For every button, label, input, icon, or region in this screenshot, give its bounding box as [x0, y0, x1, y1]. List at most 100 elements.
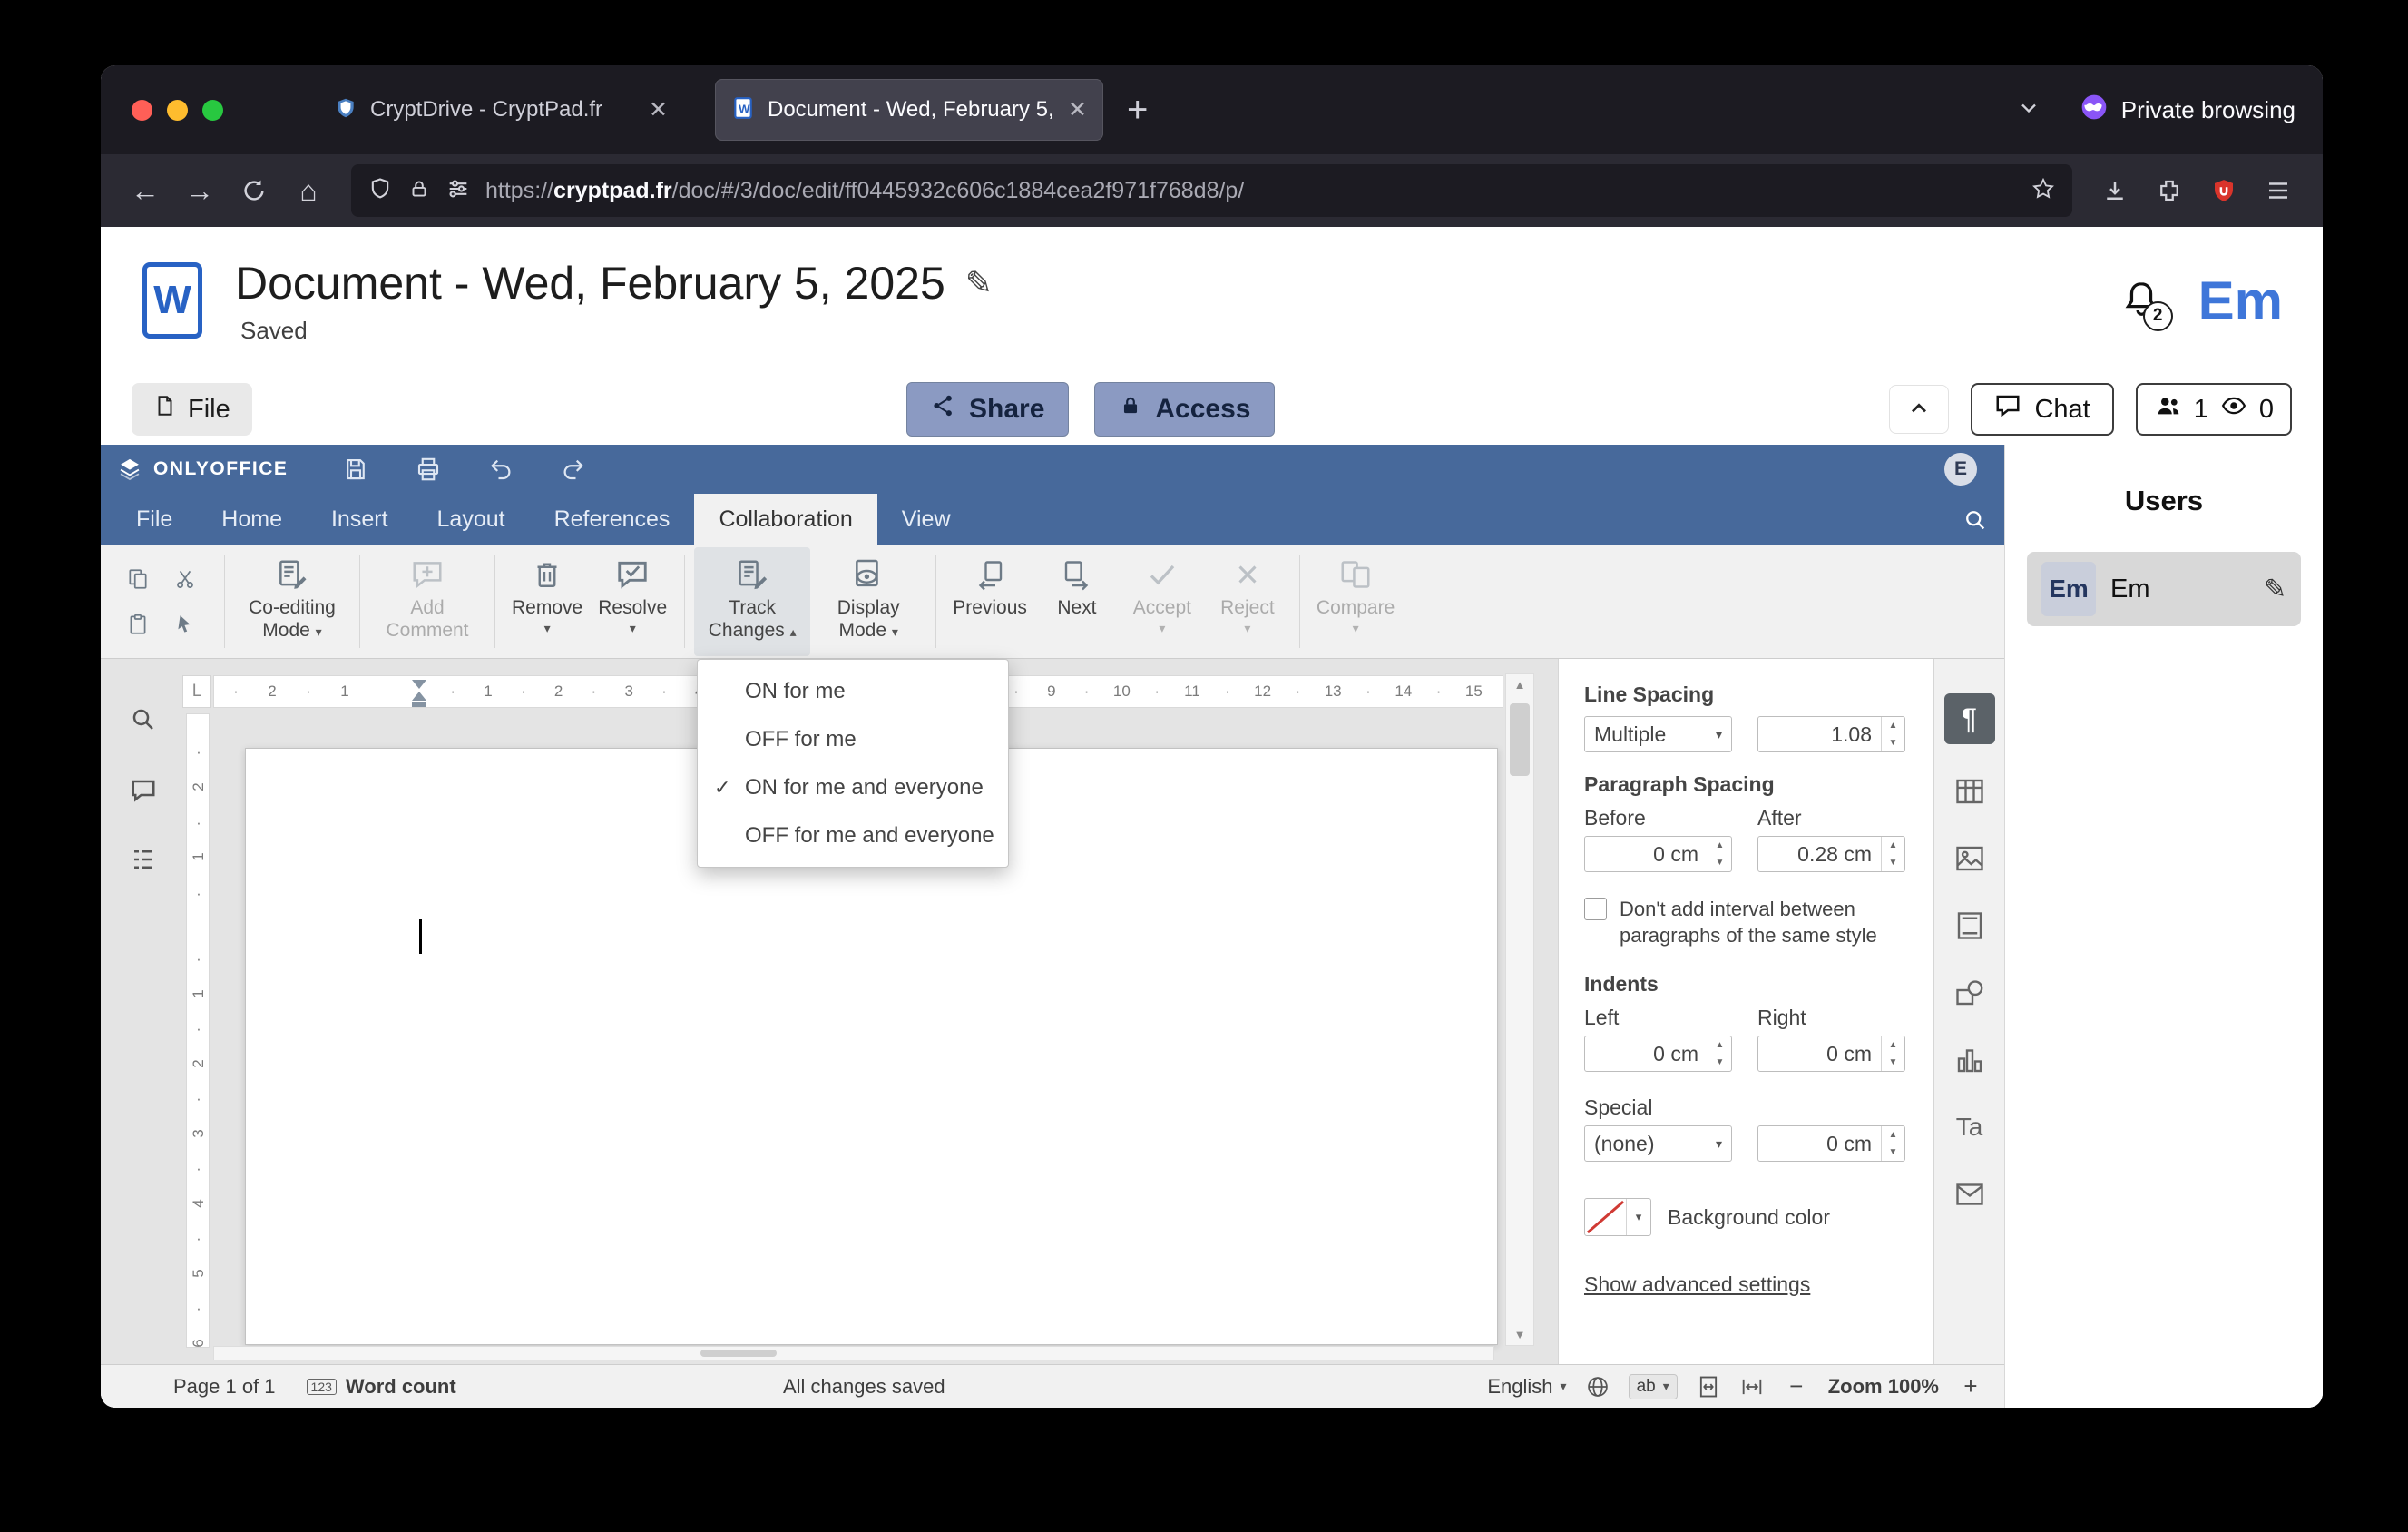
horizontal-scrollbar[interactable]	[213, 1346, 1494, 1360]
address-bar[interactable]: https://cryptpad.fr/doc/#/3/doc/edit/ff0…	[351, 164, 2072, 217]
navigation-headings-icon[interactable]	[122, 839, 164, 880]
url-text[interactable]: https://cryptpad.fr/doc/#/3/doc/edit/ff0…	[485, 178, 2016, 204]
spin-up-icon[interactable]: ▲	[1882, 1036, 1904, 1054]
spin-down-icon[interactable]: ▼	[1882, 1144, 1904, 1161]
fit-page-button[interactable]	[1696, 1374, 1721, 1399]
paragraph-settings-icon[interactable]: ¶	[1943, 693, 1995, 744]
track-menu-item[interactable]: OFF for me	[698, 715, 1008, 763]
presence-indicator[interactable]: 1 0	[2135, 383, 2292, 436]
word-count-button[interactable]: 123 Word count	[306, 1375, 456, 1399]
tab-stop-selector[interactable]: L	[182, 675, 211, 708]
edit-name-pencil-icon[interactable]: ✎	[2264, 574, 2286, 605]
shape-settings-icon[interactable]	[1950, 973, 1990, 1013]
zoom-in-button[interactable]: +	[1957, 1372, 1984, 1400]
select-all-button[interactable]	[164, 604, 206, 644]
copy-button[interactable]	[117, 559, 159, 599]
line-spacing-select[interactable]: Multiple ▾	[1584, 716, 1732, 752]
tab-document[interactable]: W Document - Wed, February 5, 2 ✕	[715, 79, 1103, 141]
close-tab-icon[interactable]: ✕	[1068, 96, 1087, 123]
reload-button[interactable]	[228, 165, 280, 216]
oo-tab-file[interactable]: File	[112, 494, 197, 545]
table-settings-icon[interactable]	[1950, 771, 1990, 811]
spin-up-icon[interactable]: ▲	[1882, 1126, 1904, 1144]
search-icon[interactable]	[1946, 494, 2004, 545]
track-menu-item[interactable]: ON for me	[698, 667, 1008, 715]
home-button[interactable]: ⌂	[282, 165, 335, 216]
share-button[interactable]: Share	[906, 382, 1070, 437]
mailmerge-settings-icon[interactable]	[1950, 1174, 1990, 1214]
set-language-globe-icon[interactable]	[1585, 1374, 1610, 1399]
ribbon-display-mode-button[interactable]: Display Mode ▾	[810, 547, 926, 656]
oo-tab-view[interactable]: View	[877, 494, 975, 545]
indent-markers[interactable]	[412, 676, 426, 709]
forward-button[interactable]: →	[173, 165, 226, 216]
file-menu-button[interactable]: File	[132, 383, 252, 436]
collapse-toolbar-button[interactable]	[1889, 385, 1950, 434]
zoom-level[interactable]: Zoom 100%	[1828, 1375, 1939, 1399]
notifications-button[interactable]: 2	[2120, 278, 2173, 331]
scrollbar-thumb[interactable]	[1510, 703, 1530, 776]
spin-up-icon[interactable]: ▲	[1882, 837, 1904, 854]
no-interval-checkbox[interactable]	[1584, 898, 1607, 920]
zoom-out-button[interactable]: −	[1783, 1372, 1810, 1400]
vertical-ruler[interactable]: 2 1 · · · 1 · 2 · 3 · 4 · 5 · 6 ·	[186, 713, 210, 1348]
indent-right-spinner[interactable]: 0 cm ▲ ▼	[1757, 1036, 1905, 1073]
ribbon-next-button[interactable]: Next	[1034, 547, 1120, 656]
cut-button[interactable]	[164, 559, 206, 599]
line-spacing-value-spinner[interactable]: 1.08 ▲ ▼	[1757, 716, 1905, 752]
scrollbar-thumb[interactable]	[700, 1350, 777, 1357]
account-avatar[interactable]: E	[1944, 453, 1977, 486]
redo-button[interactable]	[553, 451, 594, 487]
minimize-window-button[interactable]	[167, 99, 188, 121]
menu-hamburger-icon[interactable]	[2252, 165, 2305, 216]
bookmark-star-icon[interactable]	[2031, 176, 2056, 206]
page-indicator[interactable]: Page 1 of 1	[173, 1375, 276, 1399]
user-list-item[interactable]: Em Em ✎	[2027, 552, 2301, 626]
lock-icon[interactable]	[407, 177, 431, 205]
save-button[interactable]	[335, 451, 377, 487]
comments-icon[interactable]	[122, 770, 164, 811]
oo-tab-insert[interactable]: Insert	[307, 494, 413, 545]
extensions-icon[interactable]	[2143, 165, 2196, 216]
spacing-after-spinner[interactable]: 0.28 cm ▲ ▼	[1757, 836, 1905, 872]
downloads-icon[interactable]	[2089, 165, 2141, 216]
undo-button[interactable]	[480, 451, 522, 487]
oo-tab-collaboration[interactable]: Collaboration	[694, 494, 877, 545]
advanced-settings-link[interactable]: Show advanced settings	[1584, 1272, 1810, 1297]
paste-button[interactable]	[117, 604, 159, 644]
language-selector[interactable]: English ▾	[1487, 1375, 1566, 1399]
chat-button[interactable]: Chat	[1971, 383, 2114, 436]
print-button[interactable]	[407, 451, 449, 487]
special-indent-spinner[interactable]: 0 cm ▲ ▼	[1757, 1125, 1905, 1163]
ublock-icon[interactable]	[2198, 165, 2250, 216]
spin-down-icon[interactable]: ▼	[1882, 1054, 1904, 1071]
ribbon-coediting-button[interactable]: Co-editing Mode ▾	[234, 547, 350, 656]
chevron-down-icon[interactable]: ▾	[1627, 1199, 1650, 1235]
spellcheck-button[interactable]: ab ▾	[1628, 1373, 1678, 1399]
oo-tab-references[interactable]: References	[530, 494, 695, 545]
spin-down-icon[interactable]: ▼	[1882, 734, 1904, 751]
edit-title-pencil-icon[interactable]: ✎	[965, 264, 993, 302]
image-settings-icon[interactable]	[1950, 839, 1990, 879]
scroll-up-icon[interactable]: ▲	[1506, 678, 1533, 692]
close-tab-icon[interactable]: ✕	[649, 96, 668, 123]
chart-settings-icon[interactable]	[1950, 1040, 1990, 1080]
spin-down-icon[interactable]: ▼	[1882, 854, 1904, 871]
track-menu-item[interactable]: ✓ ON for me and everyone	[698, 763, 1008, 811]
spin-down-icon[interactable]: ▼	[1708, 1054, 1731, 1071]
find-icon[interactable]	[122, 699, 164, 741]
back-button[interactable]: ←	[119, 165, 171, 216]
spin-down-icon[interactable]: ▼	[1708, 854, 1731, 871]
close-window-button[interactable]	[132, 99, 152, 121]
permissions-icon[interactable]	[445, 176, 471, 206]
spin-up-icon[interactable]: ▲	[1882, 717, 1904, 734]
ribbon-resolve-button[interactable]: Resolve ▾	[590, 547, 675, 656]
track-menu-item[interactable]: OFF for me and everyone	[698, 811, 1008, 859]
spacing-before-spinner[interactable]: 0 cm ▲ ▼	[1584, 836, 1732, 872]
access-button[interactable]: Access	[1094, 382, 1276, 437]
textart-settings-icon[interactable]: Ta	[1950, 1107, 1990, 1147]
fit-width-button[interactable]	[1739, 1374, 1765, 1399]
document-title[interactable]: Document - Wed, February 5, 2025	[235, 257, 945, 309]
new-tab-button[interactable]: +	[1127, 90, 1148, 131]
ribbon-previous-button[interactable]: Previous	[945, 547, 1034, 656]
